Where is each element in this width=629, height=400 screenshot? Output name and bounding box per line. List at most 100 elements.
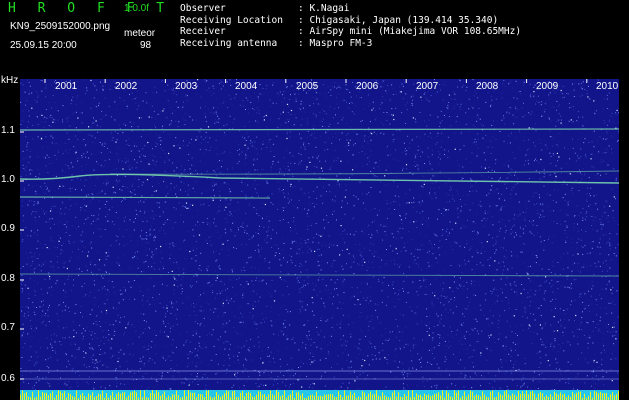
band-spike — [178, 395, 179, 400]
band-spike — [244, 396, 245, 400]
band-spike — [262, 394, 263, 400]
band-spike — [386, 396, 387, 400]
band-spike — [82, 392, 83, 400]
band-spike — [132, 391, 133, 400]
band-spike — [604, 393, 605, 400]
band-spike — [156, 390, 157, 400]
meteor-label: meteor — [124, 28, 156, 39]
band-spike — [492, 390, 493, 400]
filename-label: KN9_2509152000.png — [10, 21, 111, 32]
band-spike — [340, 394, 341, 400]
band-spike — [516, 396, 517, 400]
band-spike — [534, 393, 535, 400]
band-spike — [454, 390, 455, 400]
band-spike — [594, 391, 595, 400]
band-spike — [528, 394, 529, 400]
band-spike — [186, 396, 187, 400]
band-spike — [100, 394, 101, 400]
band-spike — [448, 392, 449, 400]
band-spike — [88, 393, 89, 400]
band-spike — [20, 394, 21, 400]
observer-row: Observer : K.Nagai — [180, 3, 521, 15]
band-spike — [558, 394, 559, 400]
band-spike — [346, 395, 347, 400]
band-spike — [42, 391, 43, 400]
band-spike — [520, 394, 521, 400]
receiver-key: Receiver — [180, 26, 226, 38]
band-spike — [56, 395, 57, 400]
band-spike — [450, 396, 451, 400]
y-tick-label: 1.0 — [1, 174, 15, 185]
band-spike — [502, 395, 503, 400]
band-spike — [434, 394, 435, 400]
spectrogram-canvas — [20, 79, 619, 400]
band-spike — [596, 391, 597, 400]
band-spike — [598, 393, 599, 400]
band-spike — [458, 390, 459, 400]
band-spike — [532, 390, 533, 400]
spectrogram-plot — [20, 79, 619, 400]
location-value: : Chigasaki, Japan (139.414 35.340) — [298, 14, 499, 26]
band-spike — [564, 393, 565, 400]
band-spike — [508, 394, 509, 400]
noise-layer — [20, 79, 619, 391]
band-spike — [552, 396, 553, 400]
y-tick-label: 1.1 — [1, 125, 15, 136]
band-spike — [332, 394, 333, 400]
band-spike — [606, 393, 607, 400]
band-spike — [120, 393, 121, 400]
band-spike — [210, 396, 211, 400]
band-spike — [150, 393, 151, 400]
band-spike — [376, 390, 377, 400]
band-spike — [374, 394, 375, 400]
band-spike — [222, 395, 223, 400]
band-spike — [160, 395, 161, 400]
band-spike — [364, 392, 365, 400]
band-spike — [242, 391, 243, 400]
band-spike — [618, 391, 619, 400]
band-spike — [106, 393, 107, 400]
version-label: 1.0.0f — [124, 3, 150, 14]
band-spike — [318, 396, 319, 400]
band-spike — [276, 390, 277, 400]
band-spike — [436, 393, 437, 400]
band-spike — [130, 392, 131, 400]
band-spike — [172, 394, 173, 400]
band-spike — [288, 395, 289, 400]
band-spike — [580, 391, 581, 400]
band-spike — [216, 391, 217, 400]
y-tick-label: 0.7 — [1, 322, 15, 333]
band-spike — [568, 395, 569, 400]
band-spike — [510, 395, 511, 400]
band-spike — [250, 393, 251, 400]
band-spike — [420, 394, 421, 400]
band-spike — [224, 393, 225, 400]
receiver-row: Receiver : AirSpy mini (Miakejima VOR 10… — [180, 26, 521, 38]
datetime-label: 25.09.15 20:00 — [10, 40, 77, 51]
band-spike — [584, 393, 585, 400]
x-label: 2010 — [596, 81, 619, 92]
signal-trace — [20, 196, 271, 199]
band-spike — [274, 395, 275, 400]
band-spike — [320, 395, 321, 400]
band-spike — [122, 392, 123, 400]
band-spike — [280, 396, 281, 400]
antenna-value: : Maspro FM-3 — [298, 38, 373, 50]
band-spike — [200, 394, 201, 400]
band-spike — [384, 395, 385, 400]
band-spike — [556, 393, 557, 400]
band-spike — [174, 394, 175, 400]
band-spike — [562, 394, 563, 400]
band-spike — [134, 390, 135, 400]
band-spike — [442, 390, 443, 400]
band-spike — [24, 393, 25, 400]
band-spike — [316, 391, 317, 400]
band-spike — [426, 395, 427, 400]
band-spike — [538, 393, 539, 400]
band-spike — [578, 391, 579, 400]
band-spike — [302, 393, 303, 400]
band-spike — [382, 392, 383, 400]
band-spike — [476, 394, 477, 400]
band-spike — [256, 394, 257, 400]
band-spike — [278, 392, 279, 400]
